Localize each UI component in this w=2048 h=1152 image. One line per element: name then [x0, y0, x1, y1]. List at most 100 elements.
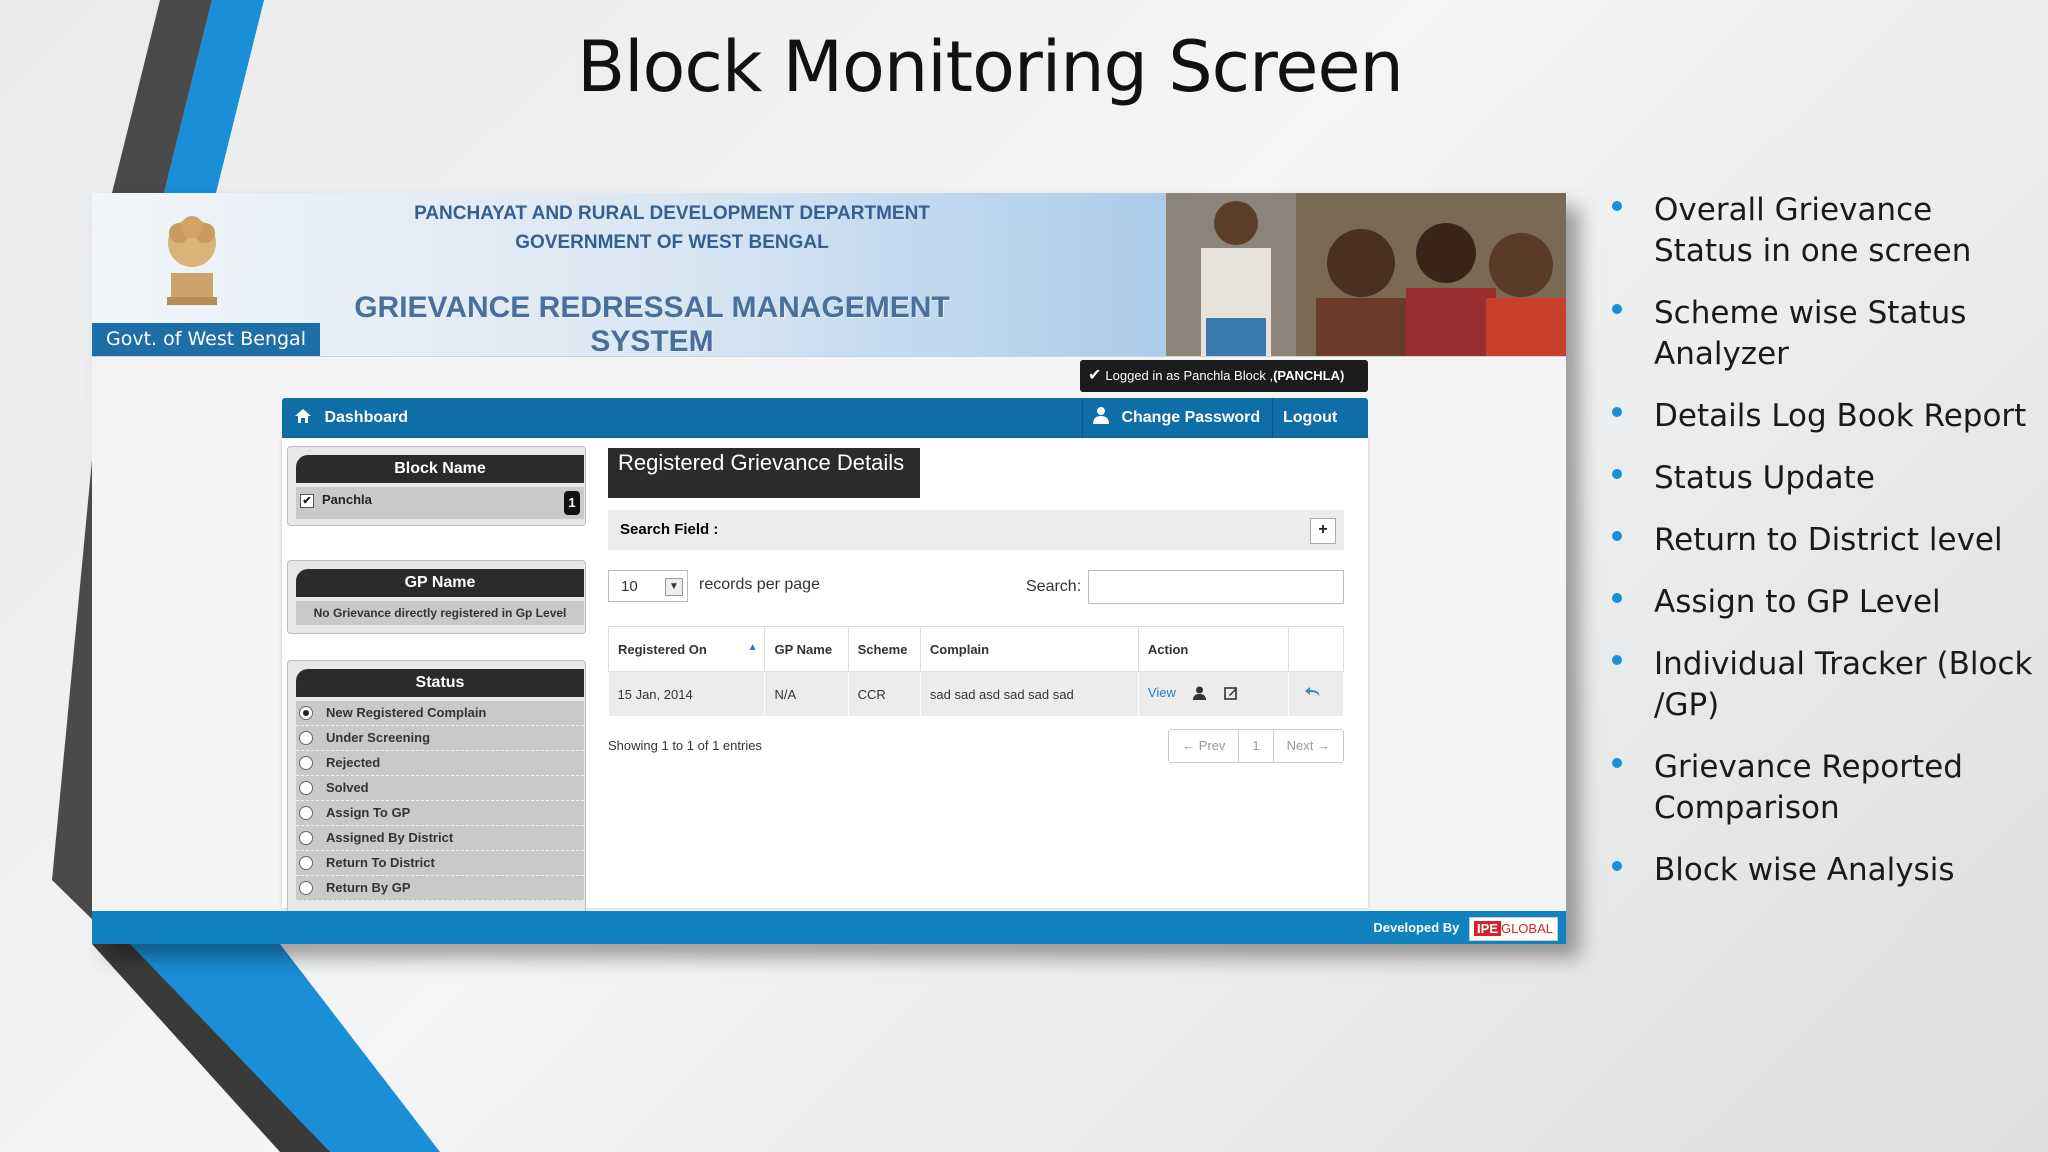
- dept-line2: GOVERNMENT OF WEST BENGAL: [515, 232, 829, 253]
- status-label: Return By GP: [326, 880, 411, 895]
- feature-item: Individual Tracker (Block /GP): [1604, 644, 2034, 726]
- ipe-global-logo: IPE GLOBAL: [1469, 916, 1558, 941]
- status-list: New Registered Complain Under Screening …: [296, 701, 584, 901]
- page-size-value: 10: [621, 578, 638, 595]
- header-banner: Govt. of West Bengal PANCHAYAT AND RURAL…: [92, 193, 1566, 358]
- showing-entries: Showing 1 to 1 of 1 entries: [608, 738, 762, 753]
- status-option[interactable]: New Registered Complain: [296, 701, 584, 726]
- block-item-panchla[interactable]: ✔ Panchla 1: [296, 487, 584, 519]
- logout-button[interactable]: Logout: [1272, 398, 1337, 438]
- status-label: Assign To GP: [326, 805, 411, 820]
- top-navbar: Dashboard Change Password Logout: [282, 398, 1368, 438]
- logo-global: GLOBAL: [1500, 920, 1553, 936]
- radio-icon[interactable]: [299, 831, 313, 845]
- page-size-select[interactable]: 10 ▼: [608, 570, 688, 602]
- status-label: Return To District: [326, 855, 435, 870]
- check-icon: ✔: [1088, 367, 1102, 384]
- column-action[interactable]: Action: [1138, 626, 1289, 672]
- login-status-badge: ✔ Logged in as Panchla Block ,(PANCHLA): [1080, 360, 1368, 392]
- table-info: Showing 1 to 1 of 1 entries ← Prev 1 Nex…: [608, 729, 1344, 772]
- radio-icon[interactable]: [299, 731, 313, 745]
- prev-page-button[interactable]: ← Prev: [1169, 730, 1240, 762]
- pagination: ← Prev 1 Next →: [1168, 729, 1344, 763]
- table-header-row: Registered On ▲ GP Name Scheme Complain A…: [607, 626, 1345, 672]
- home-icon: [294, 409, 316, 426]
- grievance-table: Registered On ▲ GP Name Scheme Complain A…: [607, 626, 1345, 716]
- status-option[interactable]: Solved: [296, 776, 584, 801]
- radio-icon[interactable]: [299, 806, 313, 820]
- block-item-label: Panchla: [322, 492, 372, 507]
- cell-return: [1288, 671, 1345, 716]
- status-panel: Status New Registered Complain Under Scr…: [287, 660, 586, 921]
- feature-item: Scheme wise Status Analyzer: [1604, 293, 2034, 375]
- search-field-bar: Search Field : +: [608, 510, 1344, 550]
- nav-dashboard-label: Dashboard: [324, 409, 409, 426]
- developer-credit: Developed By IPE GLOBAL: [1373, 916, 1558, 941]
- column-extra: [1288, 626, 1345, 672]
- dept-line1: PANCHAYAT AND RURAL DEVELOPMENT DEPARTME…: [414, 203, 930, 224]
- status-option[interactable]: Return To District: [296, 851, 584, 876]
- change-password-button[interactable]: Change Password: [1082, 398, 1260, 438]
- app-footer: Developed By IPE GLOBAL: [92, 911, 1566, 944]
- expand-search-button[interactable]: +: [1310, 518, 1336, 544]
- radio-icon[interactable]: [299, 756, 313, 770]
- slide-title: Block Monitoring Screen: [577, 26, 1404, 108]
- status-option[interactable]: Rejected: [296, 751, 584, 776]
- status-heading: Status: [296, 669, 584, 697]
- search-input[interactable]: [1088, 570, 1344, 604]
- table-controls: 10 ▼ records per page Search:: [608, 570, 1344, 604]
- chevron-down-icon: ▼: [665, 578, 683, 596]
- feature-list: Overall Grievance Status in one screen S…: [1604, 190, 2034, 912]
- next-page-button[interactable]: Next →: [1274, 730, 1343, 762]
- status-option[interactable]: Under Screening: [296, 726, 584, 751]
- status-label: New Registered Complain: [326, 705, 487, 720]
- user-icon: [1093, 407, 1113, 426]
- logo-ipe: IPE: [1474, 920, 1501, 936]
- registered-grievance-title: Registered Grievance Details: [608, 448, 920, 498]
- change-password-label: Change Password: [1121, 409, 1261, 426]
- feature-item: Block wise Analysis: [1604, 850, 2034, 891]
- column-complain[interactable]: Complain: [920, 626, 1139, 672]
- radio-icon[interactable]: [299, 881, 313, 895]
- header-photo: [1166, 193, 1566, 356]
- table-row: 15 Jan, 2014 N/A CCR sad sad asd sad sad…: [608, 671, 1345, 716]
- column-registered-on[interactable]: Registered On ▲: [607, 626, 766, 672]
- nav-dashboard[interactable]: Dashboard: [294, 398, 408, 438]
- radio-icon[interactable]: [299, 856, 313, 870]
- assign-user-icon[interactable]: [1193, 686, 1207, 703]
- gp-name-heading: GP Name: [296, 569, 584, 597]
- cell-registered-on: 15 Jan, 2014: [608, 671, 766, 716]
- status-label: Under Screening: [326, 730, 431, 745]
- cell-complain: sad sad asd sad sad sad: [920, 671, 1139, 716]
- radio-selected-icon[interactable]: [299, 706, 313, 720]
- column-label: Registered On: [618, 641, 707, 657]
- cell-action: View: [1138, 671, 1289, 716]
- department-name: PANCHAYAT AND RURAL DEVELOPMENT DEPARTME…: [412, 199, 932, 257]
- search-field-label: Search Field :: [620, 521, 719, 538]
- status-option[interactable]: Assigned By District: [296, 826, 584, 851]
- page-number-button[interactable]: 1: [1239, 730, 1274, 762]
- checkbox-checked-icon[interactable]: ✔: [300, 493, 314, 508]
- dashboard-content: Block Name ✔ Panchla 1 GP Name No Grievan…: [282, 438, 1368, 921]
- edit-icon[interactable]: [1224, 686, 1238, 703]
- login-user: (PANCHLA): [1273, 368, 1345, 383]
- feature-item: Overall Grievance Status in one screen: [1604, 190, 2034, 272]
- cell-scheme: CCR: [848, 671, 921, 716]
- feature-item: Details Log Book Report: [1604, 396, 2034, 437]
- state-emblem-icon: [167, 216, 217, 305]
- status-label: Solved: [326, 780, 369, 795]
- radio-icon[interactable]: [299, 781, 313, 795]
- sort-asc-icon: ▲: [747, 641, 758, 653]
- return-arrow-icon[interactable]: [1298, 686, 1324, 704]
- column-gp-name[interactable]: GP Name: [764, 626, 849, 672]
- govt-label: Govt. of West Bengal: [92, 323, 320, 356]
- block-count-badge: 1: [564, 491, 580, 515]
- status-option[interactable]: Assign To GP: [296, 801, 584, 826]
- status-option[interactable]: Return By GP: [296, 876, 584, 901]
- cell-gp-name: N/A: [764, 671, 849, 716]
- column-scheme[interactable]: Scheme: [848, 626, 921, 672]
- feature-item: Assign to GP Level: [1604, 582, 2034, 623]
- search-label: Search:: [1026, 578, 1082, 595]
- view-link[interactable]: View: [1148, 685, 1176, 700]
- gp-empty-note: No Grievance directly registered in Gp L…: [296, 601, 584, 625]
